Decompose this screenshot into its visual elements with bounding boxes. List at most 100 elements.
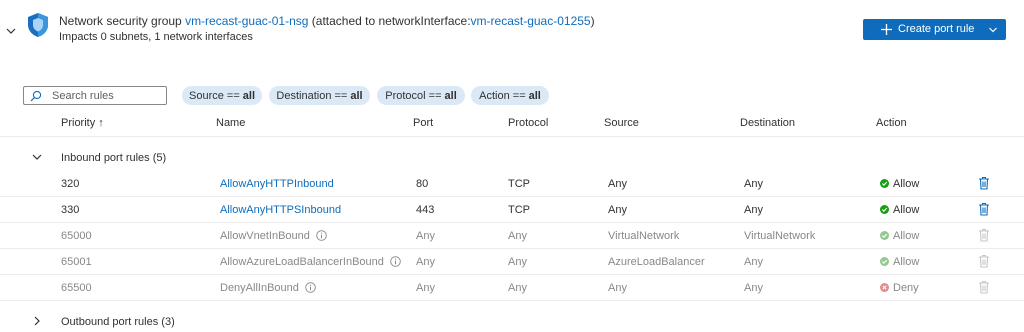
rule-name-text: AllowVnetInBound — [220, 230, 310, 242]
source-cell: Any — [608, 178, 627, 190]
title-prefix: Network security group — [59, 14, 182, 28]
inbound-group-label: Inbound port rules (5) — [61, 152, 167, 164]
protocol-cell: Any — [508, 282, 527, 294]
nsg-name-link[interactable]: vm-recast-guac-01-nsg — [185, 14, 308, 28]
attached-prefix: (attached to networkInterface: — [311, 14, 471, 28]
delete-trash-icon[interactable] — [978, 176, 990, 190]
rule-name: DenyAllInBound — [220, 282, 316, 294]
column-header-port[interactable]: Port — [413, 117, 433, 129]
info-icon[interactable] — [390, 256, 401, 267]
source-cell: Any — [608, 282, 627, 294]
search-icon — [30, 90, 42, 102]
priority-cell: 320 — [61, 178, 80, 190]
action-label: Allow — [893, 230, 920, 242]
port-cell: 443 — [416, 204, 435, 216]
info-icon[interactable] — [305, 282, 316, 293]
nsg-header: Network security group vm-recast-guac-01… — [0, 0, 1024, 60]
filter-pill-source[interactable]: Source == all — [182, 86, 262, 105]
source-cell: VirtualNetwork — [608, 230, 680, 242]
search-rules-box[interactable] — [23, 86, 167, 105]
protocol-cell: Any — [508, 256, 527, 268]
filter-pill-protocol[interactable]: Protocol == all — [377, 86, 465, 105]
nsg-impact-text: Impacts 0 subnets, 1 network interfaces — [59, 31, 253, 43]
delete-trash-icon — [979, 254, 989, 268]
rule-name: AllowVnetInBound — [220, 230, 327, 242]
column-header-name[interactable]: Name — [216, 117, 245, 129]
filter-pill-destination[interactable]: Destination == all — [269, 86, 370, 105]
action-cell: Allow — [880, 204, 919, 216]
destination-cell: Any — [744, 204, 763, 216]
column-header-destination[interactable]: Destination — [740, 117, 795, 129]
nic-name-link[interactable]: vm-recast-guac-01255 — [471, 14, 591, 28]
chevron-down-icon — [989, 27, 997, 33]
filter-pill-action[interactable]: Action == all — [471, 86, 549, 105]
chevron-down-icon[interactable] — [31, 151, 43, 163]
filter-value: all — [242, 89, 255, 102]
collapse-chevron-icon[interactable] — [5, 25, 17, 37]
filter-key: Protocol == — [385, 89, 442, 102]
filter-value: all — [528, 89, 541, 102]
action-label: Deny — [893, 282, 919, 294]
destination-cell: Any — [744, 256, 763, 268]
port-cell: Any — [416, 256, 435, 268]
delete-trash-icon[interactable] — [978, 202, 990, 216]
network-security-group-icon — [28, 13, 48, 37]
priority-cell: 65500 — [61, 282, 92, 294]
allow-check-icon — [880, 205, 889, 214]
inbound-group-header[interactable]: Inbound port rules (5) — [0, 143, 1024, 173]
source-cell: AzureLoadBalancer — [608, 256, 705, 268]
filter-value: all — [350, 89, 363, 102]
rule-name-link[interactable]: AllowAnyHTTPInbound — [220, 178, 334, 190]
protocol-cell: TCP — [508, 178, 530, 190]
port-cell: 80 — [416, 178, 429, 190]
column-header-priority[interactable]: Priority ↑ — [61, 117, 104, 129]
allow-check-icon — [880, 179, 889, 188]
nsg-title: Network security group vm-recast-guac-01… — [59, 14, 595, 28]
rule-name-text: AllowAzureLoadBalancerInBound — [220, 256, 384, 268]
priority-cell: 330 — [61, 204, 80, 216]
rule-name-link[interactable]: AllowAnyHTTPSInbound — [220, 204, 341, 216]
filter-key: Source == — [189, 89, 240, 102]
table-row: 65500 DenyAllInBound Any Any Any Any Den… — [0, 275, 1024, 301]
destination-cell: Any — [744, 282, 763, 294]
filter-value: all — [444, 89, 457, 102]
deny-x-icon — [880, 283, 889, 292]
table-row[interactable]: 320 AllowAnyHTTPInbound 80 TCP Any Any A… — [0, 171, 1024, 197]
filter-key: Action == — [479, 89, 526, 102]
column-header-action[interactable]: Action — [876, 117, 907, 129]
port-cell: Any — [416, 230, 435, 242]
chevron-right-icon[interactable] — [31, 315, 43, 327]
column-header-protocol[interactable]: Protocol — [508, 117, 548, 129]
delete-trash-icon — [979, 280, 989, 294]
action-cell: Allow — [880, 256, 919, 268]
rules-table-header: Priority ↑ Name Port Protocol Source Des… — [0, 111, 1024, 137]
destination-cell: Any — [744, 178, 763, 190]
outbound-group-header[interactable]: Outbound port rules (3) — [0, 306, 1024, 332]
destination-cell: VirtualNetwork — [744, 230, 816, 242]
plus-icon — [881, 24, 892, 35]
rule-name-text: DenyAllInBound — [220, 282, 299, 294]
allow-check-icon — [880, 231, 889, 240]
action-cell: Allow — [880, 178, 919, 190]
create-port-rule-button[interactable]: Create port rule — [863, 19, 1006, 40]
rule-name: AllowAzureLoadBalancerInBound — [220, 256, 401, 268]
port-cell: Any — [416, 282, 435, 294]
source-cell: Any — [608, 204, 627, 216]
action-label: Allow — [893, 256, 920, 268]
search-rules-input[interactable] — [52, 88, 162, 103]
allow-check-icon — [880, 257, 889, 266]
action-label: Allow — [893, 204, 920, 216]
table-row[interactable]: 330 AllowAnyHTTPSInbound 443 TCP Any Any… — [0, 197, 1024, 223]
create-port-rule-label: Create port rule — [898, 23, 975, 35]
table-row: 65001 AllowAzureLoadBalancerInBound Any … — [0, 249, 1024, 275]
action-label: Allow — [893, 178, 920, 190]
protocol-cell: TCP — [508, 204, 530, 216]
info-icon[interactable] — [316, 230, 327, 241]
protocol-cell: Any — [508, 230, 527, 242]
action-cell: Allow — [880, 230, 919, 242]
outbound-group-label: Outbound port rules (3) — [61, 316, 175, 328]
column-header-source[interactable]: Source — [604, 117, 639, 129]
filter-key: Destination == — [276, 89, 348, 102]
priority-cell: 65000 — [61, 230, 92, 242]
priority-cell: 65001 — [61, 256, 92, 268]
